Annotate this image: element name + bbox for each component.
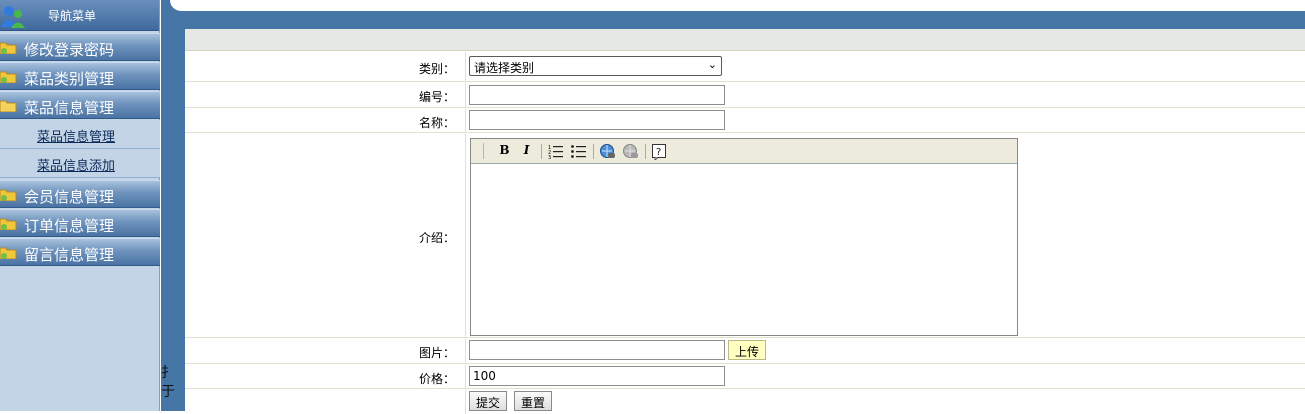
folder-icon [0, 247, 17, 259]
link-icon[interactable] [599, 143, 616, 160]
folder-icon [0, 71, 17, 83]
sidebar-header: 导航菜单 [0, 0, 159, 31]
menu-dish-info-management[interactable]: 菜品信息管理 [0, 91, 160, 119]
svg-text:?: ? [656, 147, 661, 158]
code-input[interactable] [469, 85, 725, 105]
menu-label: 菜品类别管理 [24, 70, 115, 88]
top-bar [170, 0, 1305, 29]
menu-change-password[interactable]: 修改登录密码 [0, 33, 160, 61]
row-intro: 介绍： B I 123 ? [185, 134, 1305, 338]
code-label: 编号： [418, 90, 455, 104]
menu-label: 订单信息管理 [24, 217, 115, 235]
folder-icon [0, 42, 17, 54]
row-code: 编号： [185, 83, 1305, 108]
submenu-link[interactable]: 菜品信息管理 [37, 126, 115, 145]
reset-button[interactable]: 重置 [514, 391, 552, 411]
form-header-bar [185, 29, 1305, 51]
italic-icon[interactable]: I [518, 143, 535, 160]
ordered-list-icon[interactable]: 123 [547, 143, 564, 161]
svg-text:3: 3 [548, 155, 551, 160]
image-label: 图片： [418, 346, 455, 360]
folder-icon [0, 189, 17, 201]
price-label: 价格： [418, 372, 455, 386]
users-icon [1, 6, 25, 28]
unordered-list-icon[interactable] [570, 143, 587, 160]
category-select[interactable]: 请选择类别 ⌄ [469, 56, 722, 76]
submenu-dish-info-add[interactable]: 菜品信息添加 [0, 149, 160, 178]
frame-divider [161, 0, 185, 411]
open-folder-icon [0, 100, 17, 112]
chevron-down-icon: ⌄ [707, 58, 717, 71]
submit-button[interactable]: 提交 [469, 391, 507, 411]
menu-label: 留言信息管理 [24, 246, 115, 264]
image-path-input[interactable] [469, 340, 725, 360]
sidebar: 导航菜单 修改登录密码 菜品类别管理 菜品信息管理 菜品信息管理 菜品信息添加 … [0, 0, 160, 411]
clipped-text-fragment: 扌 于 [161, 365, 175, 400]
category-label: 类别： [418, 62, 455, 76]
row-image: 图片： 上传 [185, 339, 1305, 364]
upload-button[interactable]: 上传 [728, 340, 766, 360]
submenu-link[interactable]: 菜品信息添加 [37, 155, 115, 174]
help-icon[interactable]: ? [651, 143, 668, 161]
rich-text-editor: B I 123 ? [470, 138, 1018, 336]
menu-message-management[interactable]: 留言信息管理 [0, 238, 160, 266]
menu-label: 修改登录密码 [24, 41, 115, 59]
intro-label: 介绍： [418, 231, 455, 245]
price-input[interactable]: 100 [469, 366, 725, 386]
category-selected-value: 请选择类别 [474, 61, 535, 75]
sidebar-title: 导航菜单 [48, 9, 97, 23]
unlink-icon[interactable] [622, 143, 639, 160]
row-name: 名称： [185, 109, 1305, 133]
name-input[interactable] [469, 110, 725, 130]
name-label: 名称： [418, 116, 455, 130]
bold-icon[interactable]: B [496, 143, 513, 160]
menu-label: 会员信息管理 [24, 188, 115, 206]
folder-icon [0, 218, 17, 230]
submenu-dish-info-management[interactable]: 菜品信息管理 [0, 120, 160, 149]
menu-category-management[interactable]: 菜品类别管理 [0, 62, 160, 90]
editor-content-area[interactable] [471, 165, 1017, 335]
menu-order-management[interactable]: 订单信息管理 [0, 209, 160, 237]
menu-member-management[interactable]: 会员信息管理 [0, 180, 160, 208]
editor-toolbar: B I 123 ? [471, 139, 1017, 164]
row-price: 价格： 100 [185, 365, 1305, 389]
row-category: 类别： 请选择类别 ⌄ [185, 52, 1305, 82]
menu-label: 菜品信息管理 [24, 99, 115, 117]
row-actions: 提交 重置 [185, 390, 1305, 414]
